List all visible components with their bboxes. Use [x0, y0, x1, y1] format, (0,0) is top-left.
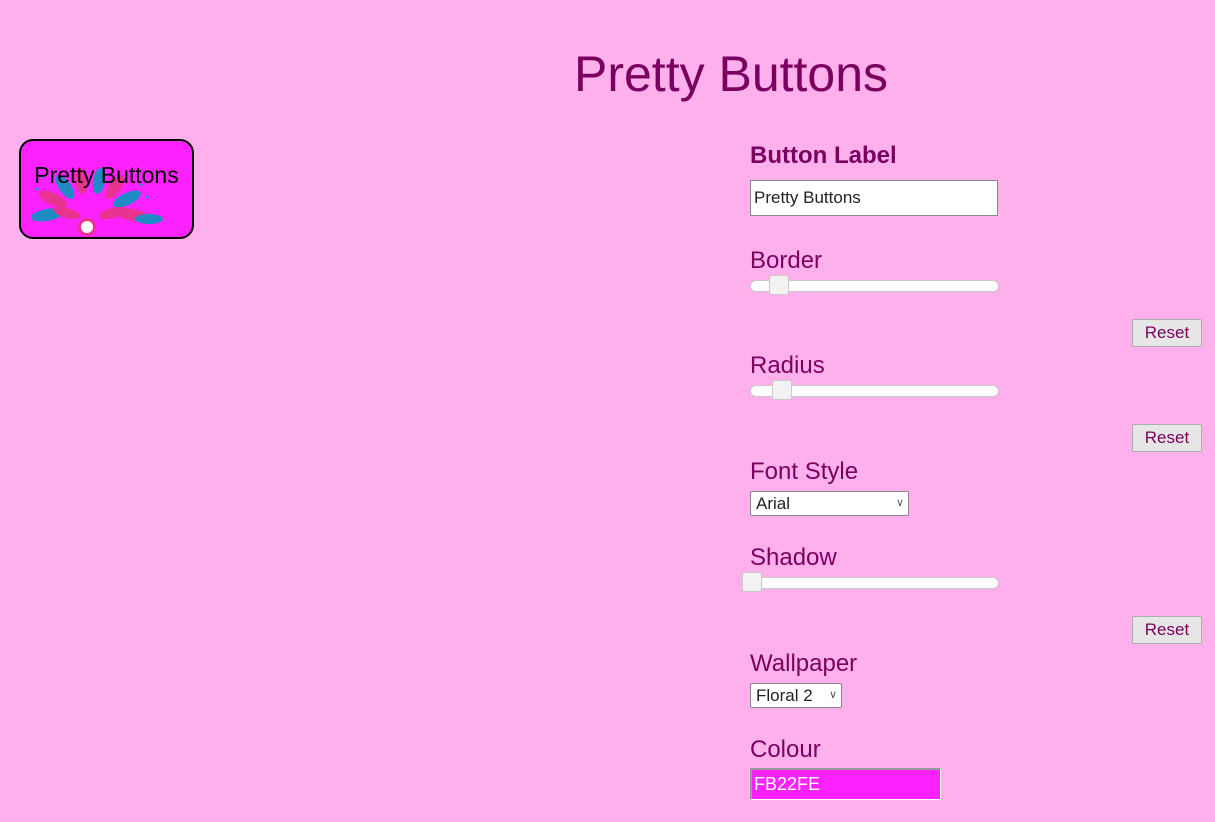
radius-slider-thumb[interactable]: [772, 380, 792, 400]
border-slider-thumb[interactable]: [769, 275, 789, 295]
border-heading: Border: [750, 247, 823, 274]
wallpaper-heading: Wallpaper: [750, 650, 858, 677]
preview-button-label: Pretty Buttons: [34, 162, 179, 188]
wallpaper-selected: Floral 2: [756, 686, 813, 705]
shadow-heading: Shadow: [750, 544, 837, 571]
colour-input[interactable]: FB22FE: [750, 768, 941, 800]
colour-heading: Colour: [750, 736, 821, 763]
font-style-select[interactable]: Arial ∨: [750, 491, 909, 516]
border-reset-button[interactable]: Reset: [1132, 319, 1202, 347]
shadow-slider-thumb[interactable]: [742, 572, 762, 592]
preview-button[interactable]: Pretty Buttons: [19, 139, 194, 239]
shadow-reset-button[interactable]: Reset: [1132, 616, 1202, 644]
radius-slider[interactable]: [750, 380, 999, 400]
chevron-down-icon: ∨: [895, 497, 904, 509]
font-style-selected: Arial: [756, 494, 791, 513]
border-slider[interactable]: [750, 275, 999, 295]
page-title: Pretty Buttons: [574, 46, 889, 102]
chevron-down-icon: ∨: [828, 689, 837, 701]
shadow-slider[interactable]: [742, 572, 999, 592]
button-label-heading: Button Label: [750, 142, 897, 169]
button-label-input[interactable]: [750, 180, 998, 216]
font-style-heading: Font Style: [750, 458, 859, 485]
wallpaper-select[interactable]: Floral 2 ∨: [750, 683, 842, 708]
radius-reset-button[interactable]: Reset: [1132, 424, 1202, 452]
radius-heading: Radius: [750, 352, 825, 379]
